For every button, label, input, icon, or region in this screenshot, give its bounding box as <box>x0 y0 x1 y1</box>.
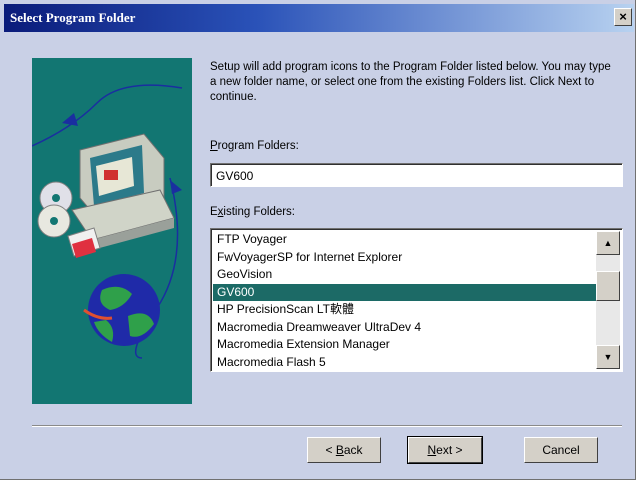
program-folder-input[interactable]: GV600 <box>210 163 623 187</box>
program-folders-label: Program Folders: <box>210 140 299 152</box>
list-item[interactable]: Macromedia Flash 5 <box>213 354 596 372</box>
list-item[interactable]: FTP Voyager <box>213 231 596 249</box>
disc-icon <box>37 181 73 238</box>
title-bar[interactable]: Select Program Folder × <box>4 4 634 32</box>
scroll-thumb[interactable] <box>596 271 620 301</box>
existing-folders-label: Existing Folders: <box>210 206 295 218</box>
scroll-up-button[interactable]: ▲ <box>596 231 620 255</box>
vertical-scrollbar[interactable]: ▲ ▼ <box>596 231 620 369</box>
instructions-text: Setup will add program icons to the Prog… <box>210 61 611 103</box>
globe-icon <box>83 274 160 346</box>
separator-line <box>32 425 622 427</box>
list-item[interactable]: Macromedia Dreamweaver UltraDev 4 <box>213 319 596 337</box>
accelerator-key: N <box>427 443 437 457</box>
list-item-selected[interactable]: GV600 <box>213 283 596 301</box>
list-item[interactable]: GeoVision <box>213 266 596 284</box>
list-item[interactable]: HP PrecisionScan LT軟體 <box>213 301 596 319</box>
label-text: isting Folders: <box>223 206 296 218</box>
arrow-up-icon: ▲ <box>603 238 613 248</box>
setup-illustration <box>32 58 192 404</box>
arrow-down-icon: ▼ <box>603 352 613 362</box>
computer-globe-illustration <box>32 84 183 359</box>
accelerator-key: B <box>335 443 344 457</box>
button-text: < <box>325 443 336 457</box>
list-item[interactable]: Macromedia Extension Manager <box>213 336 596 354</box>
close-button[interactable]: × <box>614 8 632 26</box>
button-text: ack <box>343 443 363 457</box>
label-text: rogram Folders: <box>217 140 299 152</box>
label-text: E <box>210 206 218 218</box>
scroll-down-button[interactable]: ▼ <box>596 345 620 369</box>
existing-folders-list[interactable]: FTP Voyager FwVoyagerSP for Internet Exp… <box>210 228 623 372</box>
setup-dialog: Select Program Folder × Setup will add p… <box>0 0 636 480</box>
accelerator-key: P <box>210 140 218 152</box>
next-button[interactable]: Next > <box>407 436 483 464</box>
list-item[interactable]: FwVoyagerSP for Internet Explorer <box>213 249 596 267</box>
button-text: ext > <box>436 443 463 457</box>
back-button[interactable]: < Back <box>307 437 381 463</box>
cancel-button[interactable]: Cancel <box>524 437 598 463</box>
window-title: Select Program Folder <box>10 10 136 25</box>
